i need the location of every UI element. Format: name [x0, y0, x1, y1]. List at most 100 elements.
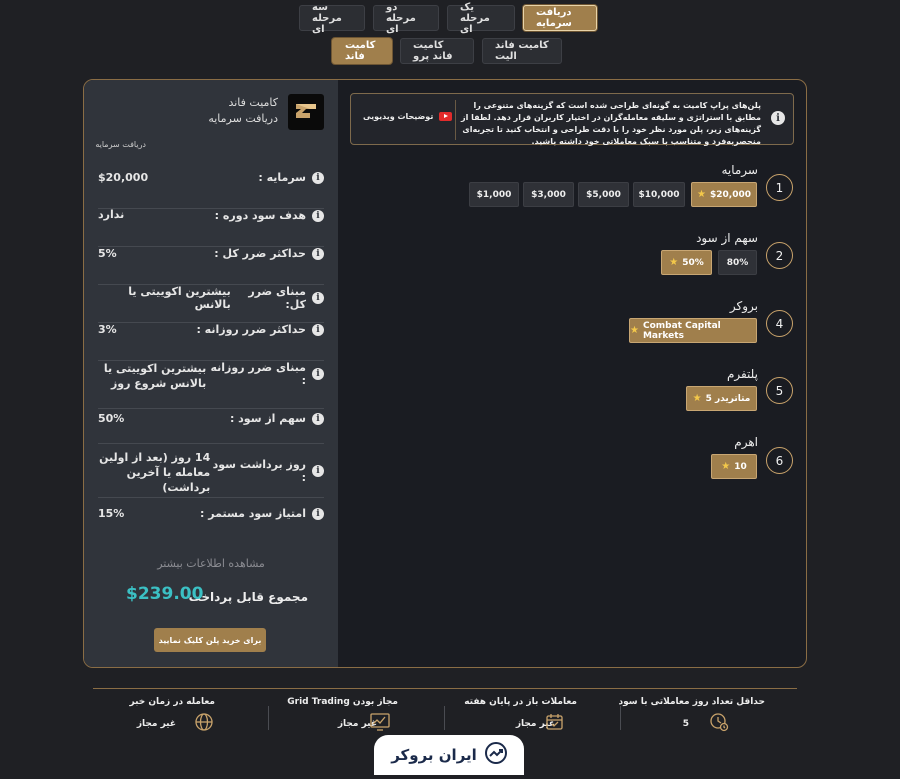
spec-label: مبنای ضرر روزانه : — [210, 361, 306, 387]
feature-title: مجاز بودن Grid Trading — [287, 697, 398, 707]
info-icon[interactable]: i — [312, 292, 324, 304]
total-label: مجموع قابل پرداخت — [188, 590, 308, 604]
spec-label: هدف سود دوره : — [214, 209, 306, 222]
footer-divider — [93, 688, 797, 689]
spec-label: امتیاز سود مستمر : — [200, 507, 306, 520]
spec-label: مبنای ضرر کل: — [248, 285, 306, 311]
step-title-broker: بروکر — [729, 299, 758, 313]
capital-option-10000[interactable]: $10,000 — [633, 182, 685, 207]
capital-option-1000[interactable]: $1,000 — [469, 182, 519, 207]
video-guide-link[interactable]: توضیحات ویدیویی — [363, 112, 453, 121]
spec-value: 3% — [98, 323, 117, 336]
step-title-leverage: اهرم — [734, 435, 758, 449]
star-icon: ★ — [697, 189, 706, 200]
step-number: 2 — [766, 242, 793, 269]
spec-value: 14 روز (بعد از اولین معامله یا آخرین برد… — [99, 451, 211, 494]
calendar-clock-icon — [709, 712, 729, 732]
total-price: $239.00 — [126, 584, 204, 604]
star-icon: ★ — [630, 325, 639, 336]
info-icon[interactable]: i — [312, 412, 324, 425]
more-info-link[interactable]: مشاهده اطلاعات بیشتر — [84, 557, 338, 570]
plan-summary-panel: کامیت فاند دریافت سرمایه دریافت سرمایه $… — [84, 80, 338, 667]
iran-broker-watermark: ایران بروکر — [374, 735, 524, 775]
brand-name: کامیت فاند — [228, 96, 278, 109]
broker-option-combat[interactable]: ★ Combat Capital Markets — [629, 318, 757, 343]
info-icon[interactable]: i — [312, 507, 324, 520]
tab-commit-fund[interactable]: کامیت فاند — [332, 38, 392, 64]
feature-title: حداقل تعداد روز معاملاتی با سود — [618, 697, 765, 707]
notice-text: پلن‌های پراپ کامیت به گونه‌ای طراحی شده … — [461, 101, 761, 146]
video-guide-label: توضیحات ویدیویی — [363, 112, 434, 121]
tab-one-step[interactable]: یک مرحله ای — [447, 2, 515, 35]
spec-row-max-loss-basis: بیشترین اکوییتی یا بالانس i مبنای ضرر کل: — [98, 285, 324, 323]
feature-title: معاملات باز در پایان هفته — [464, 697, 577, 707]
capital-option-3000[interactable]: $3,000 — [523, 182, 574, 207]
info-icon[interactable]: i — [312, 171, 324, 184]
youtube-icon — [439, 112, 453, 121]
info-icon: i — [771, 111, 785, 125]
divider — [455, 100, 456, 140]
step-title-platform: پلتفرم — [726, 367, 758, 381]
tab-three-step[interactable]: سه مرحله ای — [299, 2, 365, 35]
spec-row-profit-target: ندارد i هدف سود دوره : — [98, 208, 324, 247]
star-icon: ★ — [692, 393, 702, 404]
tab-commit-fund-elite[interactable]: کامیت فاند الیت — [482, 38, 562, 64]
trend-logo-icon — [484, 742, 507, 768]
spec-row-max-loss: 5% i حداکثر ضرر کل : — [98, 247, 324, 285]
feature-value: غیر مجاز — [136, 719, 176, 729]
info-icon[interactable]: i — [312, 465, 324, 477]
fund-variant-tabs: کامیت فاند کامیت فاند پرو کامیت فاند الی… — [332, 38, 562, 64]
spec-row-profit-share: 50% i سهم از سود : — [98, 412, 324, 444]
step-number: 1 — [766, 174, 793, 201]
spec-label: حداکثر ضرر روزانه : — [196, 323, 306, 336]
step-title-capital: سرمایه — [721, 163, 758, 177]
profit-share-option-50[interactable]: ★ 50% — [661, 250, 712, 275]
star-icon: ★ — [669, 257, 679, 268]
spec-row-daily-loss-basis: بیشترین اکوییتی یا بالانس شروع روز i مبنا… — [98, 361, 324, 409]
spec-label: روز برداشت سود : — [212, 458, 306, 484]
feature-value: 5 — [682, 719, 689, 729]
tab-funding[interactable]: دریافت سرمایه — [523, 5, 597, 31]
chart-icon — [369, 712, 390, 732]
info-icon[interactable]: i — [312, 247, 324, 260]
spec-label: سرمایه : — [258, 171, 306, 184]
step-number: 4 — [766, 310, 793, 337]
calendar-icon — [545, 712, 565, 732]
feature-min-trading-days: حداقل تعداد روز معاملاتی با سود 5 — [618, 697, 797, 739]
spec-row-capital: $20,000 i سرمایه : — [98, 171, 324, 209]
capital-option-20000[interactable]: ★ $20,000 — [691, 182, 757, 207]
spec-value: بیشترین اکوییتی یا بالانس شروع روز — [103, 362, 207, 390]
profit-share-option-80[interactable]: 80% — [718, 250, 757, 275]
plan-caption: دریافت سرمایه — [95, 140, 146, 149]
feature-news-trading: معامله در زمان خبر غیر مجاز — [93, 697, 269, 739]
spec-row-daily-loss: 3% i حداکثر ضرر روزانه : — [98, 323, 324, 361]
spec-value: ندارد — [98, 208, 125, 221]
brand-subtitle: دریافت سرمایه — [208, 112, 278, 125]
spec-value: 50% — [98, 412, 125, 425]
info-icon[interactable]: i — [312, 323, 324, 336]
info-icon[interactable]: i — [312, 368, 324, 380]
spec-label: سهم از سود : — [229, 412, 306, 425]
step-number: 5 — [766, 377, 793, 404]
plan-options-panel: i پلن‌های پراپ کامیت به گونه‌ای طراحی شد… — [338, 80, 806, 667]
spec-value: بیشترین اکوییتی یا بالانس — [128, 285, 231, 311]
plan-type-tabs: سه مرحله ای دو مرحله ای یک مرحله ای دریا… — [299, 2, 597, 35]
buy-plan-button[interactable]: برای خرید پلن کلیک نمایید — [154, 628, 266, 652]
spec-value: $20,000 — [98, 171, 149, 184]
plan-notice: i پلن‌های پراپ کامیت به گونه‌ای طراحی شد… — [350, 93, 794, 146]
step-number: 6 — [766, 447, 793, 474]
tab-two-step[interactable]: دو مرحله ای — [373, 2, 439, 35]
commit-fund-logo — [288, 94, 324, 130]
spec-value: 5% — [98, 247, 117, 260]
plan-builder: کامیت فاند دریافت سرمایه دریافت سرمایه $… — [83, 79, 807, 668]
spec-row-payout-day: 14 روز (بعد از اولین معامله یا آخرین برد… — [98, 450, 324, 498]
leverage-option-10[interactable]: ★ 10 — [711, 454, 757, 479]
tab-commit-fund-pro[interactable]: کامیت فاند پرو — [400, 38, 474, 64]
globe-icon — [194, 712, 214, 732]
watermark-text: ایران بروکر — [391, 746, 477, 764]
info-icon[interactable]: i — [312, 209, 324, 222]
feature-weekend-holding: معاملات باز در پایان هفته غیر مجاز — [445, 697, 621, 739]
capital-option-5000[interactable]: $5,000 — [578, 182, 629, 207]
platform-option-mt5[interactable]: ★ متاتریدر 5 — [686, 386, 757, 411]
spec-label: حداکثر ضرر کل : — [214, 247, 306, 260]
